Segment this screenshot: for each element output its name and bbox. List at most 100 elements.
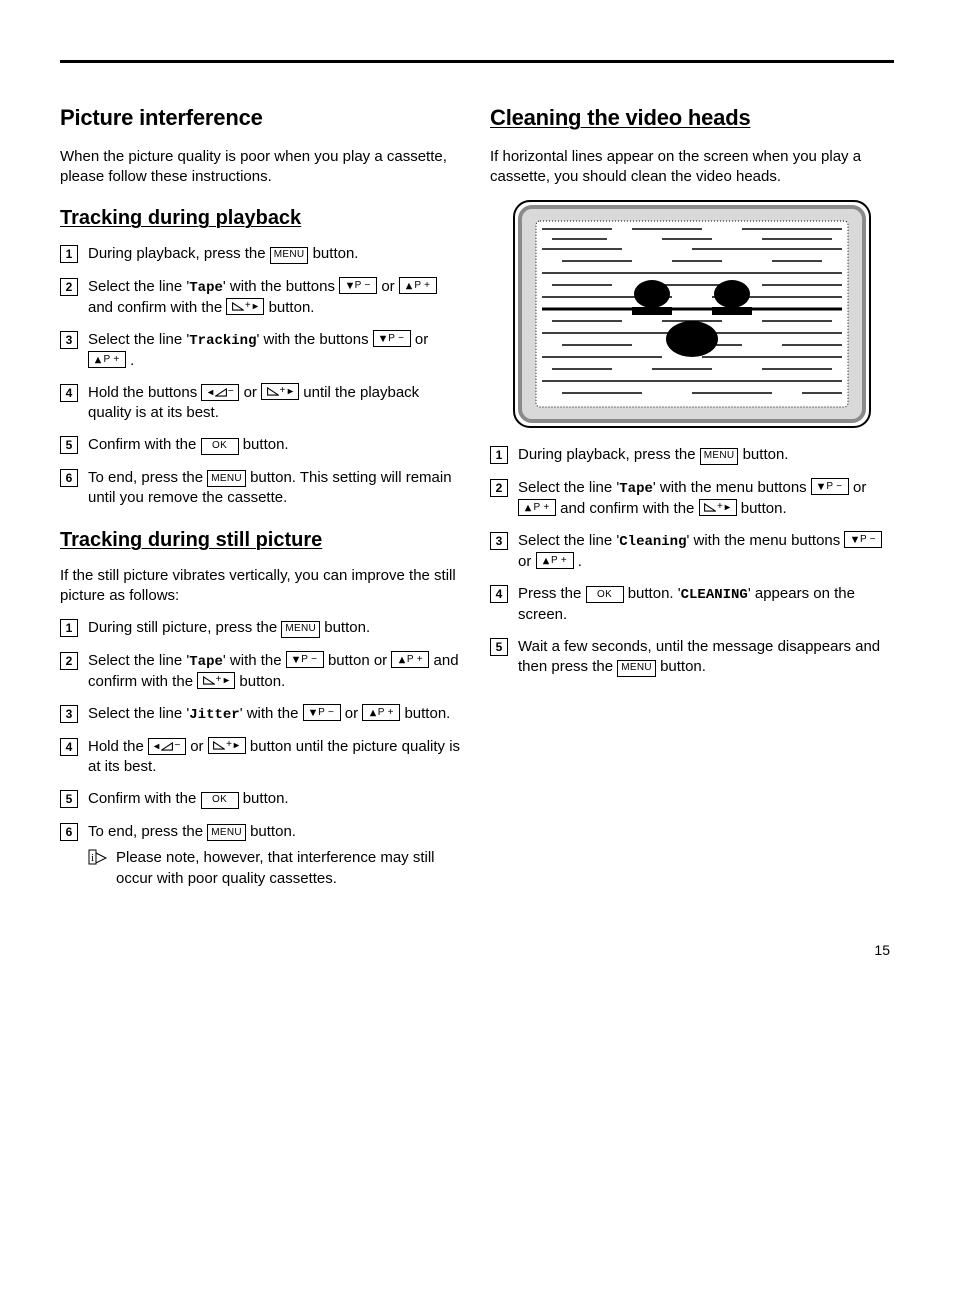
menu-button-icon: MENU xyxy=(207,824,246,841)
p-minus-button-icon: P − xyxy=(811,478,849,495)
text: button. xyxy=(741,500,787,517)
tv-interference-illustration xyxy=(512,199,872,429)
text: or xyxy=(345,705,363,722)
left-column: Picture interference When the picture qu… xyxy=(60,103,464,901)
text: or xyxy=(190,738,208,755)
text: Select the line ' xyxy=(88,278,189,295)
list-item: 3 Select the line 'Tracking' with the bu… xyxy=(60,330,464,371)
step-number: 1 xyxy=(490,446,508,464)
list-item: 2 Select the line 'Tape' with the P − bu… xyxy=(60,651,464,692)
text: or xyxy=(853,479,866,496)
wedge-plus-right-button-icon: + xyxy=(261,383,299,400)
text: button. xyxy=(743,446,789,463)
mono-label: CLEANING xyxy=(681,587,748,603)
list-item: 4 Hold the − or + button until the pictu… xyxy=(60,737,464,778)
menu-button-icon: MENU xyxy=(270,247,309,264)
list-item: 4 Hold the buttons − or + until the play… xyxy=(60,383,464,424)
list-item: 3 Select the line 'Jitter' with the P − … xyxy=(60,704,464,725)
menu-button-icon: MENU xyxy=(700,448,739,465)
text: ' with the xyxy=(240,705,303,722)
mono-label: Cleaning xyxy=(619,534,686,550)
text: or xyxy=(244,384,262,401)
steps-tracking-playback: 1 During playback, press the MENU button… xyxy=(60,244,464,509)
text: button. xyxy=(239,673,285,690)
text: . xyxy=(130,352,134,369)
ok-button-icon: OK xyxy=(586,586,624,603)
step-number: 2 xyxy=(60,278,78,296)
p-plus-button-icon: P + xyxy=(399,277,437,294)
text: During playback, press the xyxy=(88,245,270,262)
step-number: 5 xyxy=(490,638,508,656)
text: ' with the buttons xyxy=(256,331,372,348)
text: To end, press the xyxy=(88,469,207,486)
mono-label: Jitter xyxy=(189,707,239,723)
list-item: 5 Wait a few seconds, until the message … xyxy=(490,637,894,678)
text: ' with the xyxy=(223,652,286,669)
mono-label: Tape xyxy=(189,280,223,296)
text: Hold the xyxy=(88,738,148,755)
text: ' with the menu buttons xyxy=(653,479,811,496)
text: Confirm with the xyxy=(88,436,201,453)
mono-label: Tape xyxy=(189,654,223,670)
list-item: 3 Select the line 'Cleaning' with the me… xyxy=(490,531,894,572)
text: or xyxy=(415,331,428,348)
top-rule xyxy=(60,60,894,63)
wedge-plus-right-button-icon: + xyxy=(208,737,246,754)
list-item: 2 Select the line 'Tape' with the menu b… xyxy=(490,478,894,519)
p-minus-button-icon: P − xyxy=(373,330,411,347)
text: Select the line ' xyxy=(518,479,619,496)
text: button. xyxy=(243,436,289,453)
svg-text:i: i xyxy=(91,852,94,864)
steps-tracking-still: 1 During still picture, press the MENU b… xyxy=(60,618,464,889)
text: To end, press the xyxy=(88,823,207,840)
text: button. xyxy=(243,790,289,807)
wedge-plus-right-button-icon: + xyxy=(226,298,264,315)
text: button. xyxy=(313,245,359,262)
text: ' with the menu buttons xyxy=(686,532,844,549)
ok-button-icon: OK xyxy=(201,792,239,809)
wedge-minus-left-button-icon: − xyxy=(201,384,239,401)
p-minus-button-icon: P − xyxy=(303,704,341,721)
step-number: 6 xyxy=(60,469,78,487)
wedge-minus-left-button-icon: − xyxy=(148,738,186,755)
text: Select the line ' xyxy=(88,331,189,348)
page-number: 15 xyxy=(60,941,894,960)
p-plus-button-icon: P + xyxy=(391,651,429,668)
info-arrow-icon: i xyxy=(88,849,108,873)
text: button. xyxy=(250,823,296,840)
list-item: 4 Press the OK button. 'CLEANING' appear… xyxy=(490,584,894,625)
ok-button-icon: OK xyxy=(201,438,239,455)
mono-label: Tape xyxy=(619,481,653,497)
step-number: 5 xyxy=(60,436,78,454)
step-number: 1 xyxy=(60,619,78,637)
step-number: 2 xyxy=(490,479,508,497)
menu-button-icon: MENU xyxy=(617,660,656,677)
text: Confirm with the xyxy=(88,790,201,807)
step-number: 3 xyxy=(490,532,508,550)
heading-picture-interference: Picture interference xyxy=(60,103,464,133)
intro-cleaning-heads: If horizontal lines appear on the screen… xyxy=(490,147,894,188)
intro-picture-interference: When the picture quality is poor when yo… xyxy=(60,147,464,188)
steps-cleaning: 1 During playback, press the MENU button… xyxy=(490,445,894,678)
step-number: 3 xyxy=(60,705,78,723)
step-number: 6 xyxy=(60,823,78,841)
menu-button-icon: MENU xyxy=(281,621,320,638)
mono-label: Tracking xyxy=(189,333,256,349)
p-plus-button-icon: P + xyxy=(362,704,400,721)
text: and confirm with the xyxy=(88,299,226,316)
step-number: 4 xyxy=(490,585,508,603)
text: Select the line ' xyxy=(88,705,189,722)
right-column: Cleaning the video heads If horizontal l… xyxy=(490,103,894,901)
heading-cleaning-heads: Cleaning the video heads xyxy=(490,103,894,133)
text: ' with the buttons xyxy=(223,278,339,295)
text: Press the xyxy=(518,585,586,602)
text: button or xyxy=(328,652,391,669)
p-plus-button-icon: P + xyxy=(536,552,574,569)
text: button. xyxy=(324,619,370,636)
menu-button-icon: MENU xyxy=(207,470,246,487)
heading-tracking-still: Tracking during still picture xyxy=(60,527,464,554)
heading-tracking-playback: Tracking during playback xyxy=(60,205,464,232)
step-number: 5 xyxy=(60,790,78,808)
step-number: 4 xyxy=(60,384,78,402)
p-plus-button-icon: P + xyxy=(88,351,126,368)
